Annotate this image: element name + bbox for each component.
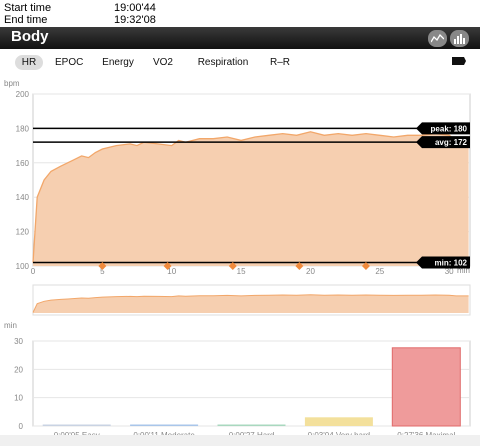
zone-y-tick-label: 30 [14, 337, 23, 346]
start-time-value: 19:00'44 [114, 2, 156, 14]
hr-x-tick-label: 25 [375, 267, 384, 276]
hr-x-axis-label: min [457, 266, 470, 275]
hr-x-tick-label: 15 [237, 267, 246, 276]
section-title: Body [11, 28, 49, 45]
hr-x-tick-label: 30 [445, 267, 454, 276]
hr-plot-frame [32, 93, 471, 267]
hr-y-tick-label: 120 [16, 228, 30, 237]
hr-y-tick-label: 200 [16, 90, 30, 99]
zone-bar [304, 417, 373, 426]
tab-rr[interactable]: R–R [268, 55, 292, 70]
zone-y-tick-label: 0 [19, 422, 24, 431]
end-time-value: 19:32'08 [114, 14, 156, 26]
bottom-scroll-strip [0, 435, 480, 446]
hr-y-tick-label: 160 [16, 159, 30, 168]
lap-marker [228, 262, 237, 270]
zone-y-axis-label: min [4, 321, 17, 330]
hr-reference-tag [416, 122, 470, 135]
lap-marker [98, 262, 107, 270]
hr-x-tick-label: 0 [31, 267, 36, 276]
hr-y-tick-label: 100 [16, 262, 30, 271]
lap-marker [361, 262, 370, 270]
tab-epoc[interactable]: EPOC [55, 55, 83, 70]
tab-hr[interactable]: HR [15, 55, 43, 70]
zone-bar [130, 424, 199, 426]
tab-vo2[interactable]: VO2 [151, 55, 175, 70]
hr-area [33, 131, 469, 266]
metric-tabs: HR EPOC Energy VO2 Respiration R–R [0, 52, 480, 72]
hr-x-tick-label: 10 [167, 267, 176, 276]
tab-respiration[interactable]: Respiration [192, 55, 254, 70]
hr-reference-tag [416, 256, 470, 269]
overview-frame [32, 284, 471, 316]
start-time-label: Start time [4, 2, 52, 14]
section-header: Body [0, 27, 480, 49]
session-times: Start time 19:00'44 End time 19:32'08 [4, 2, 156, 26]
hr-line [32, 131, 469, 263]
lap-marker [295, 262, 304, 270]
hr-y-tick-label: 180 [16, 124, 30, 133]
zone-bar [391, 347, 461, 427]
overview-area [33, 294, 469, 313]
export-menu-icon[interactable] [452, 57, 466, 67]
hr-reference-tag [416, 136, 470, 149]
zone-y-tick-label: 20 [14, 365, 23, 374]
lap-marker [163, 262, 172, 270]
hr-y-axis-label: bpm [4, 79, 20, 88]
hr-reference-label: avg: 172 [435, 138, 468, 147]
zone-y-tick-label: 10 [14, 394, 23, 403]
hr-reference-label: peak: 180 [431, 124, 468, 133]
tab-energy[interactable]: Energy [100, 55, 136, 70]
end-time-label: End time [4, 14, 48, 26]
zone-bar [42, 424, 111, 426]
zone-plot-frame [32, 340, 471, 427]
bar-chart-icon[interactable] [450, 30, 469, 47]
overview-line [32, 294, 469, 313]
hr-y-tick-label: 140 [16, 193, 30, 202]
line-chart-icon[interactable] [428, 30, 447, 47]
hr-x-tick-label: 5 [100, 267, 105, 276]
hr-x-tick-label: 20 [306, 267, 315, 276]
zone-bar [217, 424, 286, 426]
hr-reference-label: min: 102 [435, 259, 468, 268]
